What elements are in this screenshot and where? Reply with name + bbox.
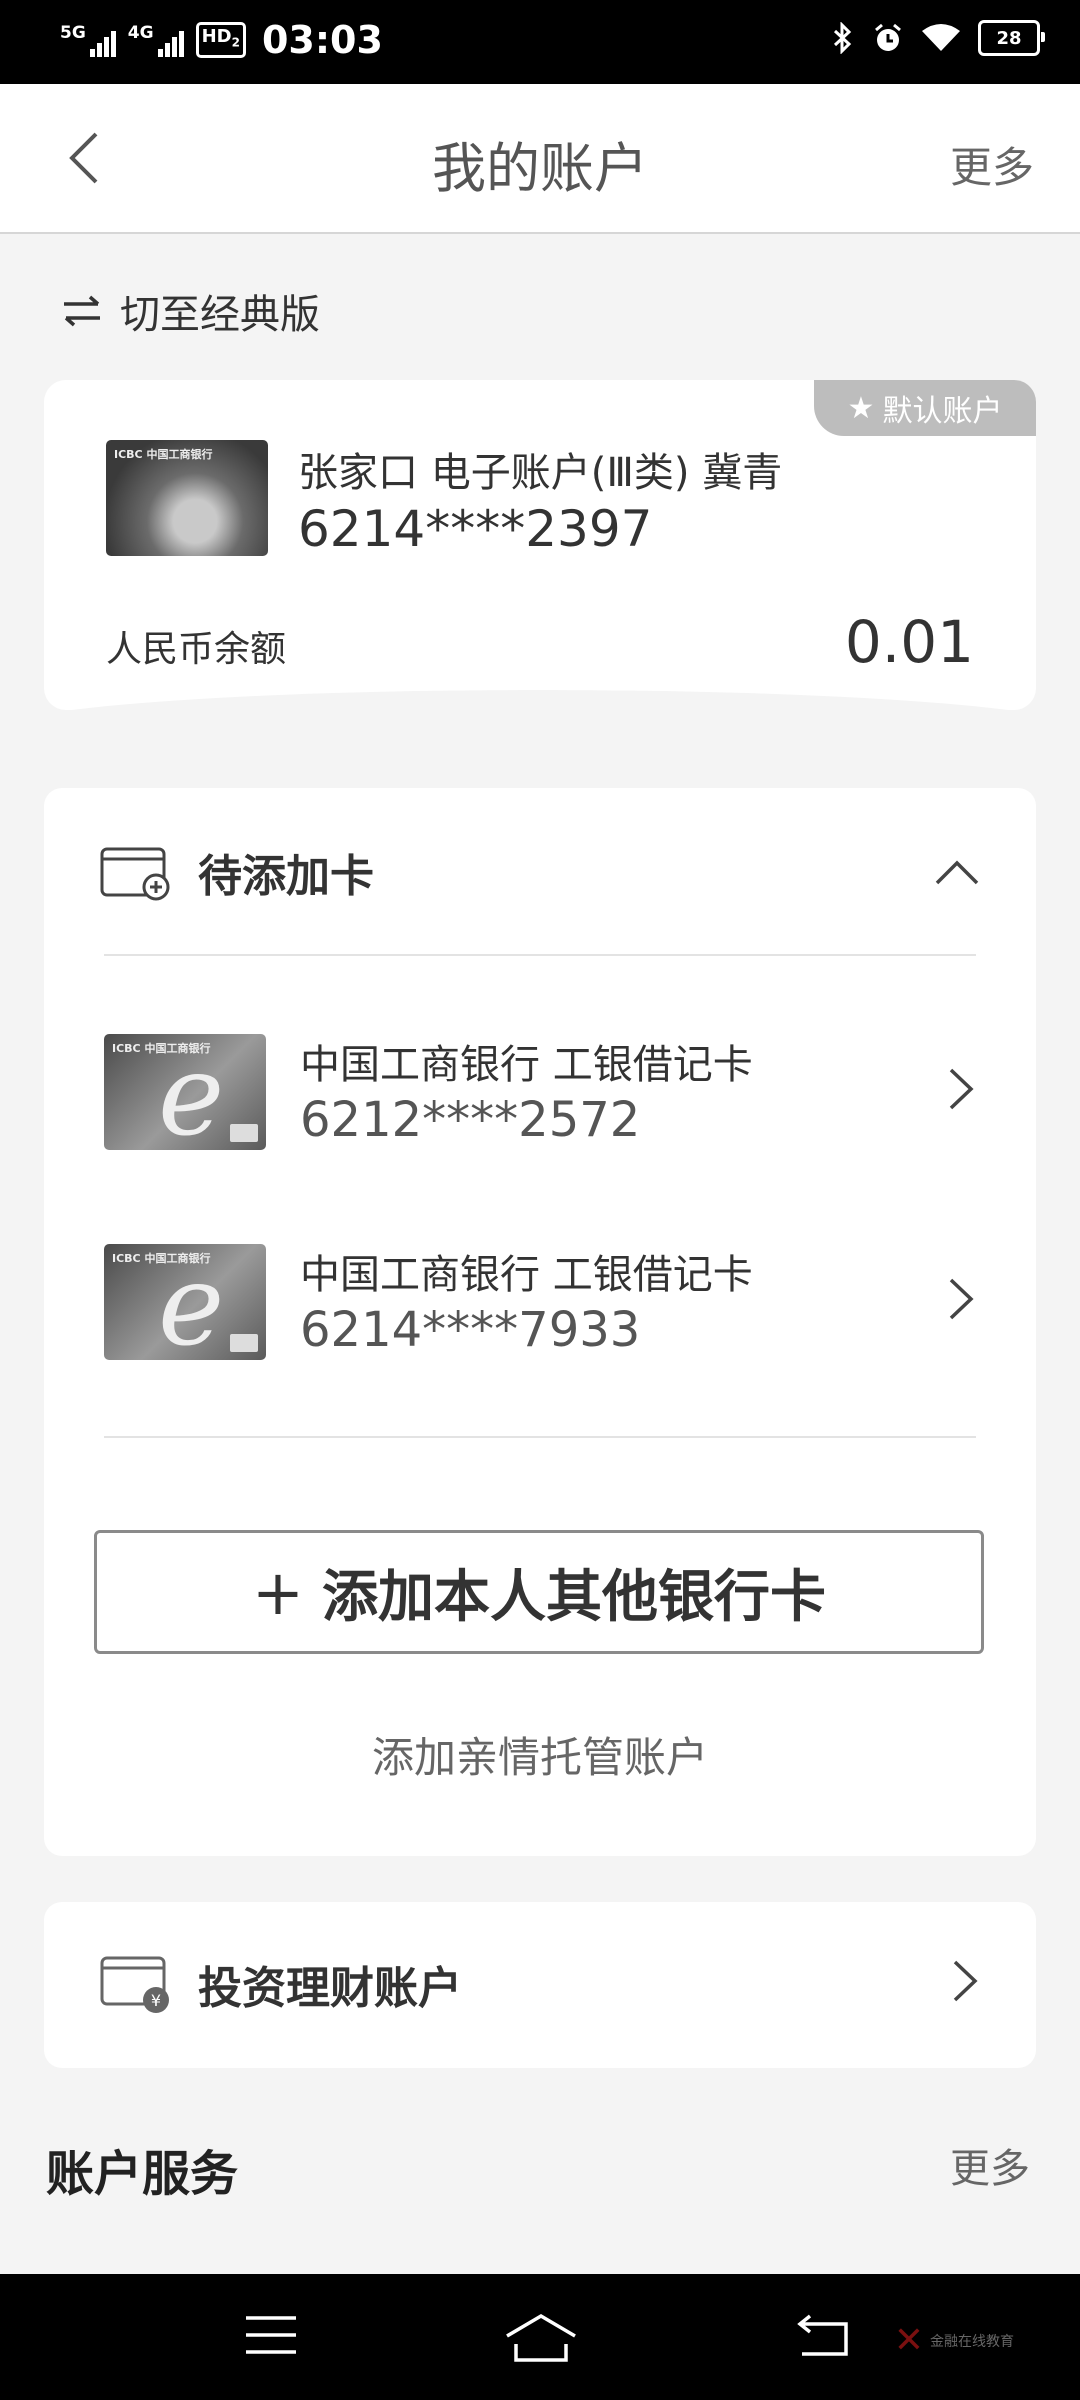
card-add-icon — [100, 847, 170, 901]
hd-sub: 2 — [231, 35, 240, 50]
clock: 03:03 — [261, 18, 383, 62]
home-icon[interactable] — [504, 2312, 578, 2364]
switch-classic-label: 切至经典版 — [120, 292, 320, 338]
switch-classic-link[interactable]: 切至经典版 — [62, 282, 320, 340]
menu-icon[interactable] — [244, 2312, 298, 2358]
divider — [104, 954, 976, 956]
system-nav-bar: ✕ 金融在线教育 — [0, 2274, 1080, 2400]
card-unionpay-mark — [230, 1124, 258, 1142]
add-other-card-button[interactable]: + 添加本人其他银行卡 — [94, 1530, 984, 1654]
divider — [104, 1436, 976, 1438]
add-other-card-label: 添加本人其他银行卡 — [321, 1564, 826, 1630]
balance-label: 人民币余额 — [106, 629, 287, 670]
account-services-title: 账户服务 — [46, 2146, 239, 2202]
hd-label: HD — [201, 26, 232, 48]
default-account-badge-label: 默认账户 — [882, 394, 1003, 429]
wifi-icon — [922, 24, 960, 51]
account-services-more[interactable]: 更多 — [950, 2136, 1030, 2194]
chevron-right-icon — [953, 1960, 978, 2002]
svg-text:¥: ¥ — [151, 1991, 161, 2010]
signal-4g-icon: 4G — [128, 23, 184, 57]
plus-icon: + — [252, 1555, 304, 1629]
alarm-icon — [875, 23, 901, 51]
chevron-right-icon — [949, 1068, 974, 1110]
default-account-card[interactable]: ★ 默认账户 ICBC 中国工商银行 张家口 电子账户(Ⅲ类) 冀青 6214*… — [44, 380, 1036, 710]
top-nav-bar: 我的账户 更多 — [0, 84, 1080, 234]
card-e-logo: e — [158, 1244, 225, 1360]
card-logo-text: ICBC 中国工商银行 — [114, 448, 213, 461]
card-name: 中国工商银行 工银借记卡 — [300, 1252, 753, 1298]
bank-card-image: ICBC 中国工商银行 — [106, 440, 268, 556]
signal-5g-icon: 5G — [60, 23, 116, 57]
bluetooth-icon — [833, 22, 852, 54]
watermark-logo-icon: ✕ — [893, 2320, 924, 2361]
swap-arrows-icon — [64, 295, 100, 327]
card-curve-divider — [0, 690, 1080, 770]
card-name: 中国工商银行 工银借记卡 — [300, 1042, 753, 1088]
investment-account-title: 投资理财账户 — [198, 1963, 462, 2014]
page-title: 我的账户 — [432, 137, 648, 200]
pending-cards-section: 待添加卡 ICBC 中国工商银行 e 中国工商银行 工银借记卡 6212****… — [44, 788, 1036, 1856]
pending-card-item-2[interactable]: ICBC 中国工商银行 e 中国工商银行 工银借记卡 6214****7933 — [104, 1242, 976, 1362]
wealth-card-icon: ¥ — [100, 1956, 169, 2013]
more-button[interactable]: 更多 — [950, 134, 1034, 195]
watermark: ✕ 金融在线教育 — [894, 2320, 1014, 2361]
back-icon[interactable] — [796, 2312, 850, 2358]
card-e-logo: e — [158, 1034, 225, 1150]
status-bar: 5G 4G HD2 03:03 28 — [0, 0, 1080, 84]
pending-card-item-1[interactable]: ICBC 中国工商银行 e 中国工商银行 工银借记卡 6212****2572 — [104, 1032, 976, 1152]
hd-voice-icon: HD2 — [195, 22, 246, 58]
pending-cards-header[interactable]: 待添加卡 — [100, 840, 374, 904]
investment-account-header: ¥ 投资理财账户 — [100, 1952, 462, 2016]
collapse-icon[interactable] — [934, 858, 980, 886]
battery-icon: 28 — [978, 20, 1045, 56]
card-unionpay-mark — [230, 1334, 258, 1352]
card-number: 6214****7933 — [300, 1302, 641, 1358]
account-number: 6214****2397 — [298, 500, 653, 558]
card-number: 6212****2572 — [300, 1092, 641, 1148]
account-name: 张家口 电子账户(Ⅲ类) 冀青 — [298, 450, 783, 496]
default-account-badge: ★ 默认账户 — [814, 380, 1036, 436]
watermark-text: 金融在线教育 — [930, 2333, 1014, 2350]
investment-account-row[interactable]: ¥ 投资理财账户 — [44, 1902, 1036, 2068]
signal-4g-label: 4G — [127, 23, 154, 43]
signal-5g-label: 5G — [60, 23, 86, 43]
balance-value: 0.01 — [844, 608, 974, 676]
bank-card-image: ICBC 中国工商银行 e — [104, 1244, 266, 1360]
bank-card-image: ICBC 中国工商银行 e — [104, 1034, 266, 1150]
pending-cards-title: 待添加卡 — [198, 851, 374, 902]
add-family-account-link[interactable]: 添加亲情托管账户 — [44, 1724, 1036, 1785]
chevron-right-icon — [949, 1278, 974, 1320]
battery-level: 28 — [996, 27, 1022, 49]
star-icon: ★ — [847, 390, 875, 426]
